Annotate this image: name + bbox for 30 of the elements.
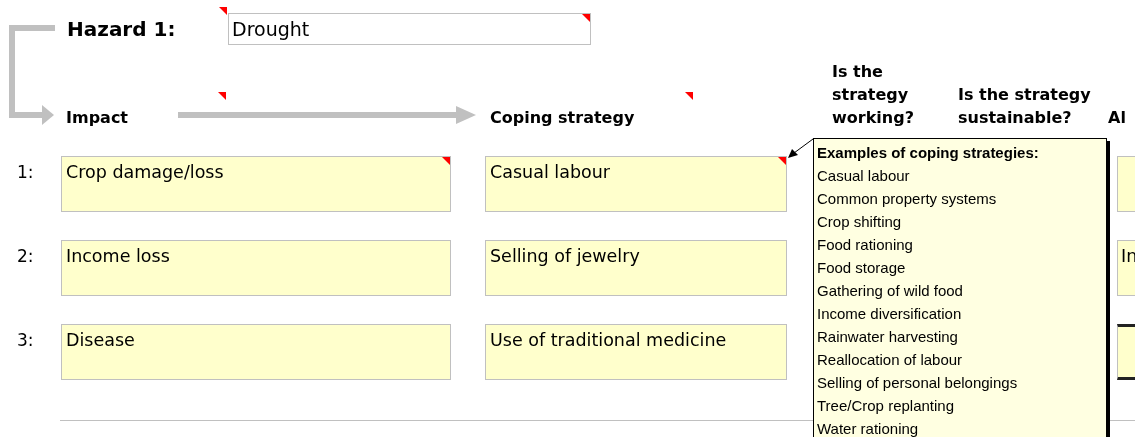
- popup-item: Rainwater harvesting: [817, 327, 959, 347]
- popup-item: Common property systems: [817, 189, 998, 209]
- row-number: 3:: [16, 329, 35, 352]
- popup-item: Crop shifting: [817, 212, 903, 232]
- impact-field[interactable]: Income loss: [61, 240, 451, 296]
- row-number: 1:: [16, 161, 35, 184]
- column-header: Impact: [65, 108, 128, 127]
- hazard-label: Hazard 1:: [67, 17, 228, 41]
- column-header: Is the strategy sustainable?: [958, 84, 1092, 129]
- coping-field[interactable]: Casual labour: [485, 156, 787, 212]
- popup-item: Casual labour: [817, 166, 911, 186]
- row-number: 2:: [16, 245, 35, 268]
- popup-item: Selling of personal belongings: [817, 373, 1019, 393]
- hazard-field[interactable]: Drought: [228, 13, 591, 45]
- popup-item: Food storage: [817, 258, 907, 278]
- coping-field[interactable]: Selling of jewelry: [485, 240, 787, 296]
- column-header: Coping strategy: [489, 108, 635, 127]
- popup-item: Tree/Crop replanting: [817, 396, 955, 416]
- impact-field[interactable]: Crop damage/loss: [61, 156, 451, 212]
- popup-item: Reallocation of labour: [817, 350, 964, 370]
- column-header: Is the strategy working?: [832, 62, 914, 127]
- popup-title: Examples of coping strategies:: [817, 143, 1040, 163]
- coping-field[interactable]: Use of traditional medicine: [485, 324, 787, 380]
- sheet-field[interactable]: In: [1117, 240, 1135, 296]
- popup-item: Income diversification: [817, 304, 963, 324]
- popup-item: Food rationing: [817, 235, 914, 255]
- column-header: Al: [1108, 108, 1126, 127]
- popup-item: Gathering of wild food: [817, 281, 964, 301]
- impact-field[interactable]: Disease: [61, 324, 451, 380]
- popup-item: Water rationing: [817, 419, 920, 437]
